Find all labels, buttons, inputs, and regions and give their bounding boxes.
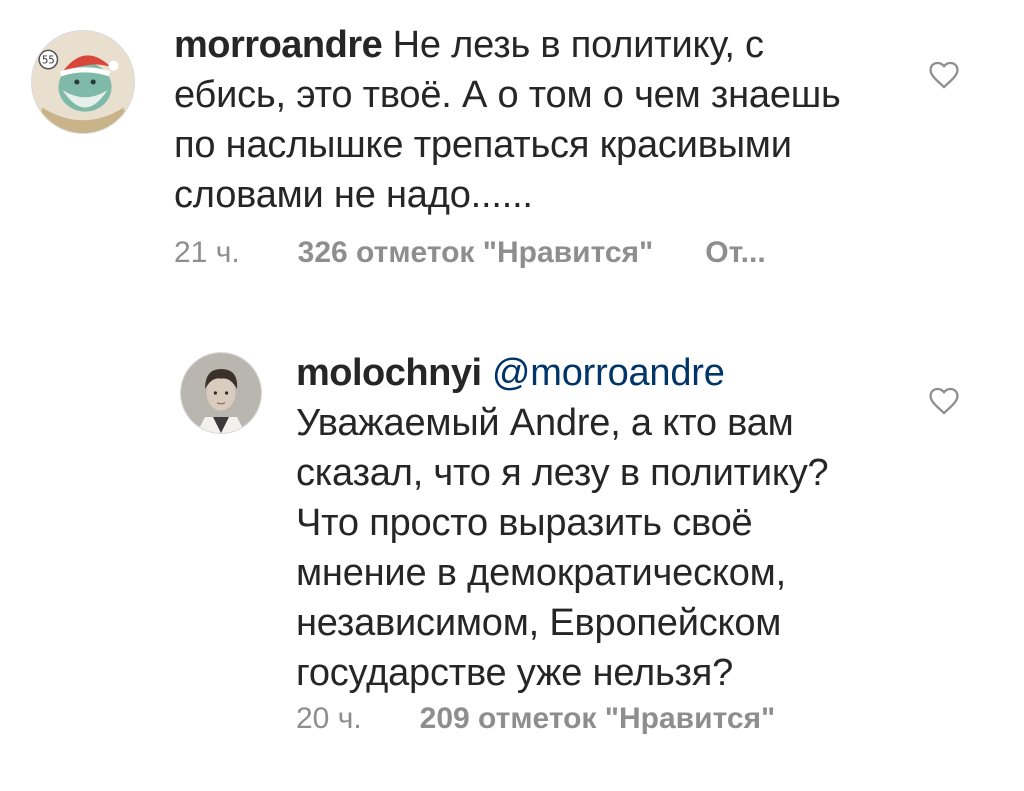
mention-link[interactable]: @morroandre bbox=[492, 352, 725, 394]
comment-text: morroandre Не лезь в политику, с ебись, … bbox=[174, 20, 894, 220]
comment-text-line: по наслышке трепаться красивыми bbox=[174, 124, 792, 166]
user-avatar[interactable]: 55 bbox=[31, 30, 135, 134]
comment-username[interactable]: molochnyi bbox=[296, 352, 482, 394]
comment-text-line: мнение в демократическом, bbox=[296, 552, 786, 594]
comment-text-line: словами не надо...... bbox=[174, 174, 533, 216]
like-button[interactable] bbox=[926, 58, 962, 92]
like-button[interactable] bbox=[926, 384, 962, 418]
comment-line: molochnyi @morroandre bbox=[296, 348, 916, 398]
comment-reply-item: molochnyi @morroandre Уважаемый Andre, а… bbox=[0, 330, 1024, 791]
comment-item: 55 morroandre Не лезь в политику, с ебис… bbox=[0, 0, 1024, 300]
user-avatar[interactable] bbox=[180, 352, 262, 434]
comment-text-line: ебись, это твоё. А о том о чем знаешь bbox=[174, 74, 841, 116]
comment-text-line: сказал, что я лезу в политику? bbox=[296, 452, 829, 494]
boy-photo-avatar-icon bbox=[181, 353, 261, 433]
comment-time[interactable]: 20 ч. bbox=[296, 702, 362, 736]
comment-text-line: Что просто выразить своё bbox=[296, 502, 753, 544]
comment-likes[interactable]: 326 отметок "Нравится" bbox=[298, 236, 654, 270]
comment-username[interactable]: morroandre bbox=[174, 24, 383, 66]
comment-text-line: государстве уже нельзя? bbox=[296, 652, 734, 694]
comment-meta: 20 ч. 209 отметок "Нравится" bbox=[296, 702, 775, 736]
comment-time[interactable]: 21 ч. bbox=[174, 236, 240, 270]
heart-outline-icon bbox=[929, 387, 959, 415]
comment-line: morroandre Не лезь в политику, с bbox=[174, 20, 894, 70]
avatar-badge: 55 bbox=[42, 56, 55, 67]
comment-likes[interactable]: 209 отметок "Нравится" bbox=[420, 702, 776, 736]
heart-outline-icon bbox=[929, 61, 959, 89]
santa-avatar-icon: 55 bbox=[32, 31, 134, 133]
comment-text-line: независимом, Европейском bbox=[296, 602, 782, 644]
comment-text-line: Не лезь в политику, с bbox=[392, 24, 764, 66]
comment-text-line: Уважаемый Andre, а кто вам bbox=[296, 402, 794, 444]
comment-text: molochnyi @morroandre Уважаемый Andre, а… bbox=[296, 348, 916, 698]
reply-button[interactable]: От... bbox=[705, 236, 765, 270]
comment-meta: 21 ч. 326 отметок "Нравится" От... bbox=[174, 236, 766, 270]
